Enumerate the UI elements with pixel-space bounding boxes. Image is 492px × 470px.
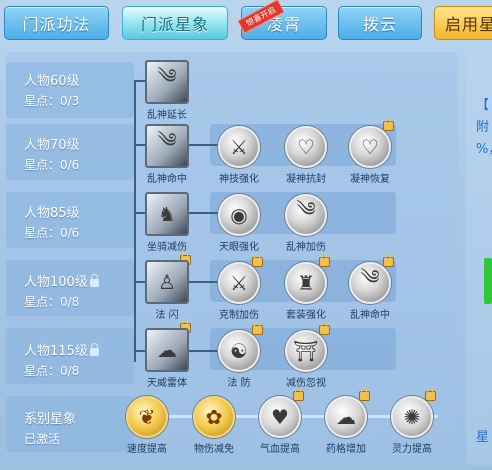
series-node[interactable]: ✺ 灵力提高 — [376, 387, 448, 455]
thunder-body-icon: ☁ — [145, 328, 189, 372]
green-indicator — [484, 258, 492, 304]
node-label: 套装强化 — [286, 310, 326, 321]
tab-sect-stars[interactable]: 门派星象 — [122, 6, 228, 40]
node-label: 凝神恢复 — [350, 174, 390, 185]
potion-icon: ☁ — [325, 396, 367, 438]
heart-icon: ♡ — [349, 126, 391, 168]
figure-icon: ♙ — [145, 260, 189, 304]
tab-bar: 门派功法 门派星象 惊喜开启 凌霄 拨云 启用星 — [0, 0, 492, 50]
series-status: 已激活 — [24, 432, 61, 446]
node-label: 物伤减免 — [194, 444, 234, 455]
heart-icon: ♥ — [259, 396, 301, 438]
chaos-spirit-icon: ༄ — [145, 60, 189, 104]
star-node[interactable]: ☁ 天威雷体 — [131, 319, 203, 389]
heart-icon: ♡ — [285, 126, 327, 168]
node-label: 气血提高 — [260, 444, 300, 455]
chaos-spirit-icon: ༄ — [145, 124, 189, 168]
armor-icon: ♜ — [285, 262, 327, 304]
series-title: 系别星象 — [24, 412, 77, 427]
level-stars: 星点：0/8 — [24, 364, 80, 378]
tab-boyun[interactable]: 拨云 — [338, 6, 422, 40]
node-label: 减伤忽视 — [286, 378, 326, 389]
star-node[interactable]: ◉ 天眼强化 — [203, 194, 275, 253]
level-title: 人物115级 — [24, 344, 88, 359]
speed-icon: ❦ — [126, 396, 168, 438]
node-label: 法 防 — [227, 378, 251, 389]
star-node[interactable]: ⚔ 神技强化 — [203, 126, 275, 185]
detail-text: 星 — [476, 430, 490, 445]
pagoda-icon: ⛩ — [285, 330, 327, 372]
star-node[interactable]: ♡ 凝神恢复 — [334, 117, 406, 185]
level-stars: 星点：0/6 — [24, 226, 80, 240]
detail-text: 【 — [476, 98, 490, 113]
series-node[interactable]: ☁ 药格增加 — [310, 387, 382, 455]
star-node[interactable]: ⛩ 减伤忽视 — [270, 321, 342, 389]
node-label: 神技强化 — [219, 174, 259, 185]
sword-icon: ⚔ — [218, 126, 260, 168]
node-label: 克制加伤 — [219, 310, 259, 321]
star-node[interactable]: ♞ 坐骑减伤 — [131, 192, 203, 253]
star-node[interactable]: ༄ 乱神加伤 — [270, 194, 342, 253]
node-label: 凝神抗封 — [286, 174, 326, 185]
node-label: 坐骑减伤 — [147, 242, 187, 253]
level-stars: 星点：0/6 — [24, 158, 80, 172]
tab-label: 门派星象 — [140, 15, 209, 34]
spirit-icon: ✺ — [391, 396, 433, 438]
level-title-locked: 人物100级 — [24, 271, 99, 290]
star-node[interactable]: ♙ 法 闪 — [131, 251, 203, 321]
star-node[interactable]: ༄ 乱神延长 — [131, 60, 203, 121]
level-title: 人物60级 — [24, 74, 80, 89]
series-node[interactable]: ❦ 速度提高 — [111, 396, 183, 455]
node-label: 天眼强化 — [219, 242, 259, 253]
star-node[interactable]: ༄ 乱神命中 — [131, 124, 203, 185]
tab-lingxiao[interactable]: 惊喜开启 凌霄 — [237, 0, 327, 40]
tab-label: 拨云 — [362, 15, 397, 34]
tab-label: 启用星 — [445, 15, 492, 34]
node-label: 法 闪 — [155, 310, 179, 321]
level-stars: 星点：0/8 — [24, 295, 80, 309]
lock-icon — [89, 274, 99, 287]
node-label: 灵力提高 — [392, 444, 432, 455]
star-node[interactable]: ☯ 法 防 — [203, 321, 275, 389]
star-node[interactable]: ♡ 凝神抗封 — [270, 126, 342, 185]
level-title: 人物85级 — [24, 206, 80, 221]
eye-icon: ◉ — [218, 194, 260, 236]
meditate-icon: ☯ — [218, 330, 260, 372]
mount-icon: ♞ — [145, 192, 189, 236]
chaos-spirit-icon: ༄ — [349, 262, 391, 304]
detail-text: 附 — [476, 120, 490, 135]
level-title: 人物70级 — [24, 138, 80, 153]
level-title: 人物100级 — [24, 275, 88, 290]
node-label: 天威雷体 — [147, 378, 187, 389]
tab-label: 门派功法 — [22, 15, 91, 34]
series-node[interactable]: ✿ 物伤减免 — [178, 396, 250, 455]
node-label: 药格增加 — [326, 444, 366, 455]
series-node[interactable]: ♥ 气血提高 — [244, 387, 316, 455]
detail-text: %， — [476, 142, 492, 157]
level-stars: 星点：0/3 — [24, 94, 80, 108]
lock-icon — [89, 343, 99, 356]
level-title-locked: 人物115级 — [24, 340, 99, 359]
node-label: 速度提高 — [127, 444, 167, 455]
chaos-spirit-icon: ༄ — [285, 194, 327, 236]
star-node[interactable]: ♜ 套装强化 — [270, 253, 342, 321]
warrior-icon: ⚔ — [218, 262, 260, 304]
star-node[interactable]: ⚔ 克制加伤 — [203, 253, 275, 321]
physical-shield-icon: ✿ — [193, 396, 235, 438]
tab-enable-star[interactable]: 启用星 — [434, 6, 492, 40]
tab-sect-skills[interactable]: 门派功法 — [4, 6, 109, 40]
star-node[interactable]: ༄ 乱神命中 — [334, 253, 406, 321]
